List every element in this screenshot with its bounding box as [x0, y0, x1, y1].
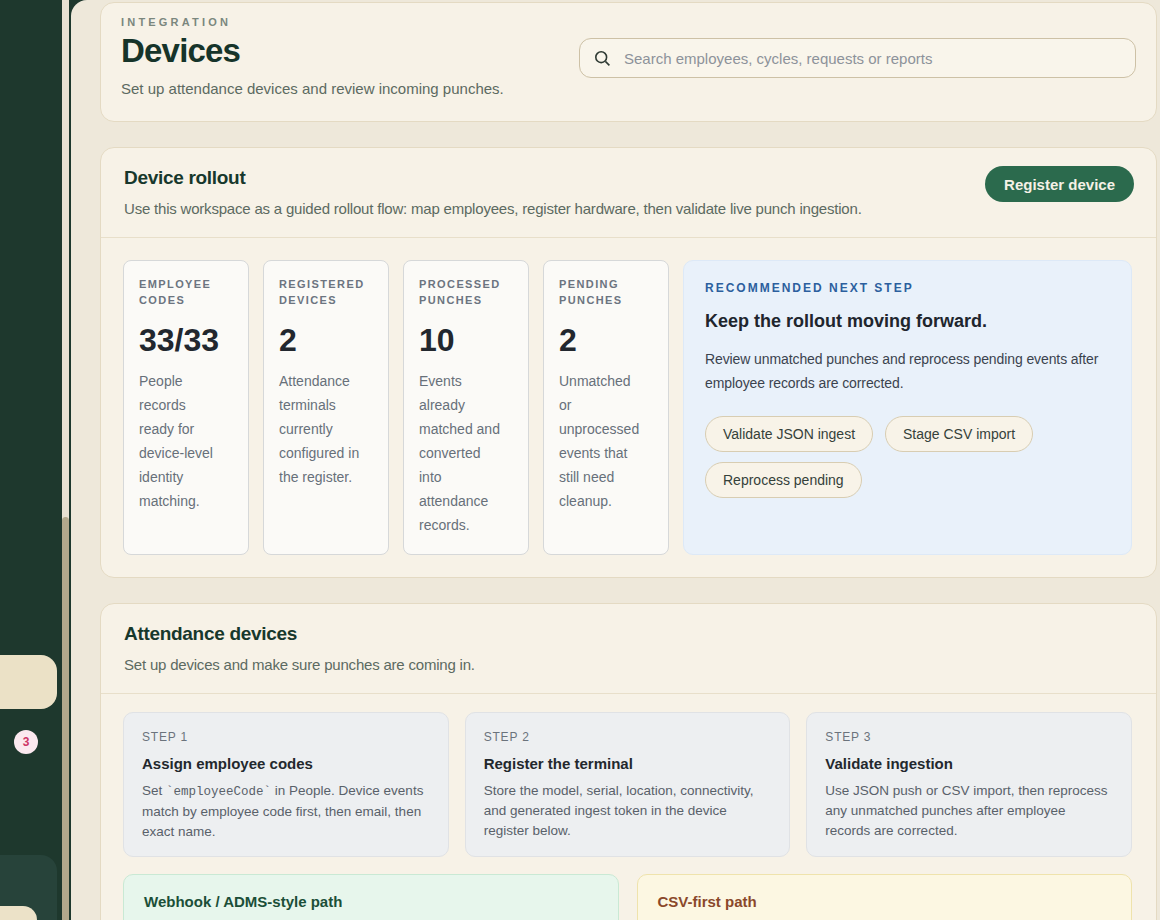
step-title: Register the terminal	[484, 755, 772, 772]
main-panel: INTEGRATION Devices Set up attendance de…	[71, 0, 1160, 920]
stat-description: Events already matched and converted int…	[419, 369, 503, 537]
step-3-card: STEP 3 Validate ingestion Use JSON push …	[806, 712, 1132, 857]
stat-registered-devices: REGISTERED DEVICES 2 Attendance terminal…	[263, 260, 389, 555]
attendance-devices-card: Attendance devices Set up devices and ma…	[100, 603, 1157, 920]
step-body: Store the model, serial, location, conne…	[484, 781, 772, 841]
attendance-devices-description: Set up devices and make sure punches are…	[124, 656, 1132, 673]
stat-value: 33/33	[139, 322, 233, 359]
webhook-path-title: Webhook / ADMS-style path	[144, 893, 598, 910]
recommended-next-step-panel: RECOMMENDED NEXT STEP Keep the rollout m…	[683, 260, 1132, 555]
device-rollout-card: Device rollout Use this workspace as a g…	[100, 147, 1157, 578]
step-title: Assign employee codes	[142, 755, 430, 772]
page-eyebrow: INTEGRATION	[121, 16, 1156, 28]
stat-label: PROCESSED PUNCHES	[419, 276, 513, 308]
stat-label: REGISTERED DEVICES	[279, 276, 373, 308]
scrollbar-track[interactable]	[62, 0, 69, 920]
step-body: Use JSON push or CSV import, then reproc…	[825, 781, 1113, 841]
validate-json-ingest-button[interactable]: Validate JSON ingest	[705, 416, 873, 452]
attendance-devices-title: Attendance devices	[124, 623, 1132, 645]
badge-count: 3	[23, 735, 30, 749]
stat-description: Attendance terminals currently configure…	[279, 369, 363, 489]
attendance-devices-header: Attendance devices Set up devices and ma…	[101, 604, 1156, 694]
search-input[interactable]	[622, 49, 1121, 68]
stat-description: Unmatched or unprocessed events that sti…	[559, 369, 643, 513]
stat-value: 2	[559, 322, 653, 359]
search-icon	[594, 50, 611, 67]
step-body: Set `employeeCode` in People. Device eve…	[142, 781, 430, 842]
stat-pending-punches: PENDING PUNCHES 2 Unmatched or unprocess…	[543, 260, 669, 555]
device-rollout-title: Device rollout	[124, 167, 1132, 189]
step-label: STEP 3	[825, 730, 1113, 744]
ingest-paths-row: Webhook / ADMS-style path CSV-first path	[101, 857, 1156, 920]
stat-employee-codes: EMPLOYEE CODES 33/33 People records read…	[123, 260, 249, 555]
csv-path-title: CSV-first path	[658, 893, 1112, 910]
webhook-path-card: Webhook / ADMS-style path	[123, 874, 619, 920]
setup-steps-row: STEP 1 Assign employee codes Set `employ…	[101, 694, 1156, 857]
csv-path-card: CSV-first path	[637, 874, 1133, 920]
recommendation-actions: Validate JSON ingest Stage CSV import Re…	[705, 416, 1110, 498]
global-search[interactable]	[579, 38, 1136, 78]
step-label: STEP 2	[484, 730, 772, 744]
employee-code-token: `employeeCode`	[166, 785, 271, 799]
stat-value: 10	[419, 322, 513, 359]
device-rollout-header: Device rollout Use this workspace as a g…	[101, 148, 1156, 238]
recommendation-title: Keep the rollout moving forward.	[705, 311, 1110, 332]
sidebar-bottom-item[interactable]	[0, 906, 37, 920]
sidebar-active-item[interactable]	[0, 655, 57, 709]
step-2-card: STEP 2 Register the terminal Store the m…	[465, 712, 791, 857]
stat-label: PENDING PUNCHES	[559, 276, 653, 308]
notification-badge: 3	[14, 730, 38, 754]
stat-label: EMPLOYEE CODES	[139, 276, 233, 308]
register-device-button[interactable]: Register device	[985, 166, 1134, 202]
step-1-card: STEP 1 Assign employee codes Set `employ…	[123, 712, 449, 857]
device-rollout-description: Use this workspace as a guided rollout f…	[124, 200, 1132, 217]
rollout-stats-row: EMPLOYEE CODES 33/33 People records read…	[101, 238, 1156, 577]
page-header: INTEGRATION Devices Set up attendance de…	[100, 2, 1157, 122]
reprocess-pending-button[interactable]: Reprocess pending	[705, 462, 862, 498]
stat-description: People records ready for device-level id…	[139, 369, 223, 513]
recommendation-eyebrow: RECOMMENDED NEXT STEP	[705, 281, 1110, 295]
step-title: Validate ingestion	[825, 755, 1113, 772]
page-subtitle: Set up attendance devices and review inc…	[121, 80, 1156, 97]
stage-csv-import-button[interactable]: Stage CSV import	[885, 416, 1033, 452]
scrollbar-thumb[interactable]	[62, 517, 69, 920]
recommendation-body: Review unmatched punches and reprocess p…	[705, 347, 1110, 395]
stat-processed-punches: PROCESSED PUNCHES 10 Events already matc…	[403, 260, 529, 555]
step-label: STEP 1	[142, 730, 430, 744]
stat-value: 2	[279, 322, 373, 359]
